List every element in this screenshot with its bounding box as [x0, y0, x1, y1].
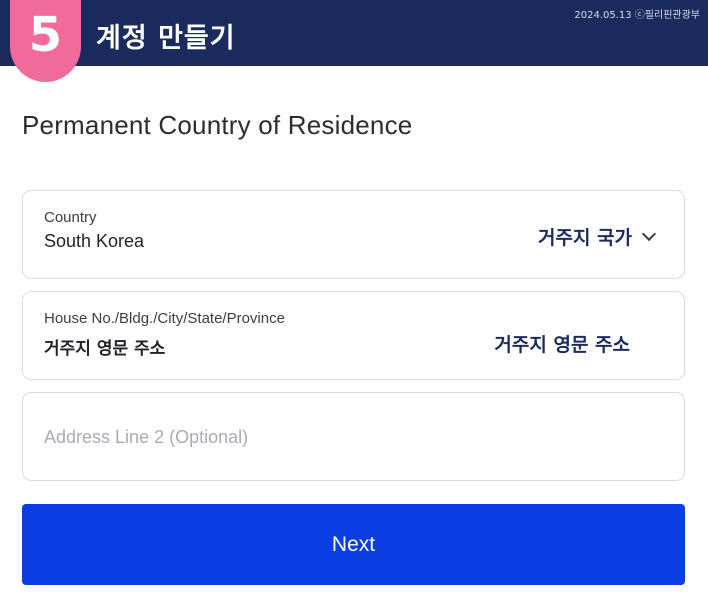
address-line-1-field[interactable]: House No./Bldg./City/State/Province 거주지 …	[22, 291, 685, 380]
country-label: Country	[44, 209, 97, 226]
address-line-1-label: House No./Bldg./City/State/Province	[44, 310, 285, 327]
header-credit: 2024.05.13 ⓒ필리핀관광부	[574, 10, 700, 21]
chevron-down-icon[interactable]	[641, 226, 657, 242]
address-annotation: 거주지 영문 주소	[494, 334, 630, 356]
header-bar: 5 계정 만들기 2024.05.13 ⓒ필리핀관광부	[0, 0, 708, 82]
step-badge: 5	[10, 0, 81, 82]
country-annotation: 거주지 국가	[537, 227, 632, 249]
header-title: 계정 만들기	[96, 23, 236, 54]
address-line-1-value: 거주지 영문 주소	[44, 339, 166, 359]
country-select[interactable]: Country South Korea 거주지 국가	[22, 190, 685, 279]
address-line-2-field[interactable]: Address Line 2 (Optional)	[22, 392, 685, 481]
step-number: 5	[28, 7, 63, 63]
address-line-2-placeholder: Address Line 2 (Optional)	[44, 427, 249, 447]
next-button[interactable]: Next	[22, 504, 685, 585]
country-value: South Korea	[44, 231, 145, 251]
page-title: Permanent Country of Residence	[22, 110, 413, 140]
